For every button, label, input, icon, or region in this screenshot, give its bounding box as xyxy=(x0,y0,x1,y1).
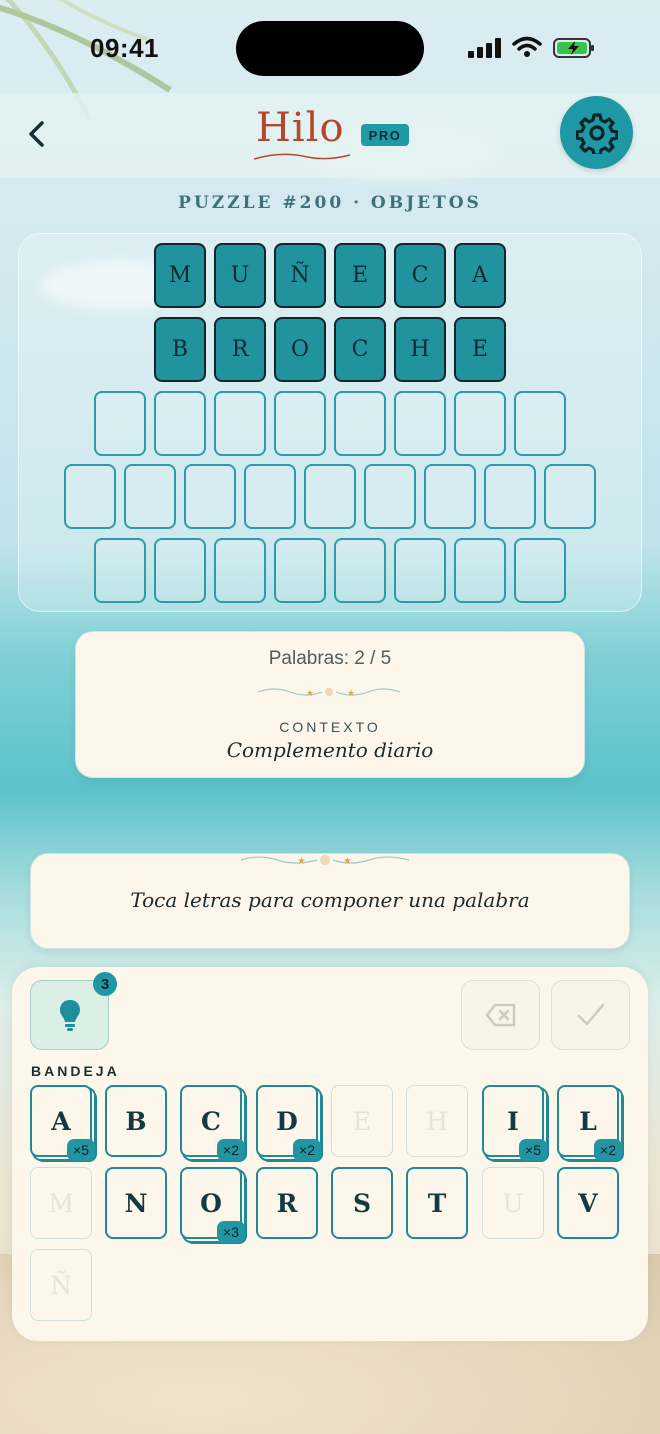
context-label: CONTEXTO xyxy=(279,719,381,735)
context-clue: Complemento diario xyxy=(226,738,434,762)
app-logo: Hilo xyxy=(256,105,345,151)
settings-button[interactable] xyxy=(560,96,633,169)
letter-count-badge: ×2 xyxy=(293,1139,321,1161)
empty-tile xyxy=(364,464,416,529)
letter-key-used: U xyxy=(482,1167,544,1239)
empty-tile xyxy=(514,538,566,603)
top-bar: Hilo PRO xyxy=(0,93,660,178)
hint-count-badge: 3 xyxy=(93,972,117,996)
wifi-icon xyxy=(512,36,542,57)
empty-tile xyxy=(454,391,506,456)
letter-key[interactable]: A ×5 xyxy=(30,1085,95,1161)
letter-count-badge: ×5 xyxy=(519,1139,547,1161)
empty-tile xyxy=(544,464,596,529)
svg-text:★: ★ xyxy=(297,856,306,867)
letter-key[interactable]: T xyxy=(406,1167,468,1239)
pro-badge: PRO xyxy=(361,124,409,146)
empty-tile xyxy=(394,538,446,603)
backspace-icon xyxy=(485,1003,515,1027)
ornament-divider: ★ ★ xyxy=(240,855,410,867)
instruction-text: Toca letras para componer una palabra xyxy=(130,888,530,912)
letter-key[interactable]: O ×3 xyxy=(180,1167,245,1243)
empty-tile xyxy=(304,464,356,529)
board-tile: E xyxy=(334,243,386,308)
empty-tile xyxy=(124,464,176,529)
letter-key[interactable]: C ×2 xyxy=(180,1085,245,1161)
letter-key[interactable]: D ×2 xyxy=(256,1085,321,1161)
empty-tile xyxy=(394,391,446,456)
empty-tile xyxy=(244,464,296,529)
letter-key-used: M xyxy=(30,1167,92,1239)
tray-label: BANDEJA xyxy=(31,1063,120,1079)
letter-count-badge: ×2 xyxy=(594,1139,622,1161)
back-button[interactable] xyxy=(22,117,52,151)
word-board: M U Ñ E C A B R O C H E xyxy=(18,233,642,612)
empty-tile xyxy=(214,538,266,603)
cellular-signal-icon xyxy=(468,38,501,58)
empty-tile xyxy=(334,391,386,456)
board-tile: A xyxy=(454,243,506,308)
empty-tile xyxy=(424,464,476,529)
letter-key[interactable]: S xyxy=(331,1167,393,1239)
letter-key[interactable]: N xyxy=(105,1167,167,1239)
svg-text:★: ★ xyxy=(347,689,355,699)
letter-key[interactable]: L ×2 xyxy=(557,1085,622,1161)
status-time: 09:41 xyxy=(90,33,159,63)
letter-count-badge: ×3 xyxy=(217,1221,245,1243)
empty-tile xyxy=(94,538,146,603)
lightbulb-icon xyxy=(59,1000,80,1031)
empty-tile xyxy=(154,391,206,456)
letter-key-used: Ñ xyxy=(30,1249,92,1321)
board-tile: C xyxy=(334,317,386,382)
empty-tile xyxy=(514,391,566,456)
empty-tile xyxy=(274,538,326,603)
board-tile: E xyxy=(454,317,506,382)
empty-tile xyxy=(334,538,386,603)
board-tile: R xyxy=(214,317,266,382)
board-tile: M xyxy=(154,243,206,308)
letter-count-badge: ×5 xyxy=(67,1139,95,1161)
gear-icon xyxy=(575,112,618,154)
board-tile: C xyxy=(394,243,446,308)
empty-tile xyxy=(214,391,266,456)
svg-text:★: ★ xyxy=(343,856,352,867)
board-tile: O xyxy=(274,317,326,382)
empty-tile xyxy=(154,538,206,603)
ornament-divider: ★ ★ xyxy=(257,688,401,699)
empty-tile xyxy=(484,464,536,529)
letter-key[interactable]: B xyxy=(105,1085,167,1157)
battery-icon xyxy=(553,38,594,58)
empty-tile xyxy=(454,538,506,603)
logo-swash xyxy=(253,153,351,160)
status-bar: 09:41 xyxy=(0,0,660,92)
empty-tile xyxy=(94,391,146,456)
board-tile: H xyxy=(394,317,446,382)
board-tile: B xyxy=(154,317,206,382)
dynamic-island xyxy=(236,21,424,76)
instruction-card: ★ ★ Toca letras para componer una palabr… xyxy=(30,853,630,949)
letter-key-used: E xyxy=(331,1085,393,1157)
letter-key[interactable]: R xyxy=(256,1167,318,1239)
progress-card: Palabras: 2 / 5 ★ ★ CONTEXTO Complemento… xyxy=(75,631,585,778)
delete-button[interactable] xyxy=(461,980,540,1050)
checkmark-icon xyxy=(577,1003,604,1026)
puzzle-title: PUZZLE #200 · OBJETOS xyxy=(178,193,482,213)
empty-tile xyxy=(274,391,326,456)
empty-tile xyxy=(64,464,116,529)
svg-text:★: ★ xyxy=(306,689,314,699)
board-tile: Ñ xyxy=(274,243,326,308)
letter-key[interactable]: I ×5 xyxy=(482,1085,547,1161)
words-progress: Palabras: 2 / 5 xyxy=(268,648,392,669)
letter-count-badge: ×2 xyxy=(217,1139,245,1161)
submit-button[interactable] xyxy=(551,980,630,1050)
board-tile: U xyxy=(214,243,266,308)
letter-key[interactable]: V xyxy=(557,1167,619,1239)
letter-tray-panel: 3 BANDEJA A ×5 B C ×2 D ×2 E H I ×5 L ×2 M N … xyxy=(12,967,648,1341)
empty-tile xyxy=(184,464,236,529)
letter-key-used: H xyxy=(406,1085,468,1157)
